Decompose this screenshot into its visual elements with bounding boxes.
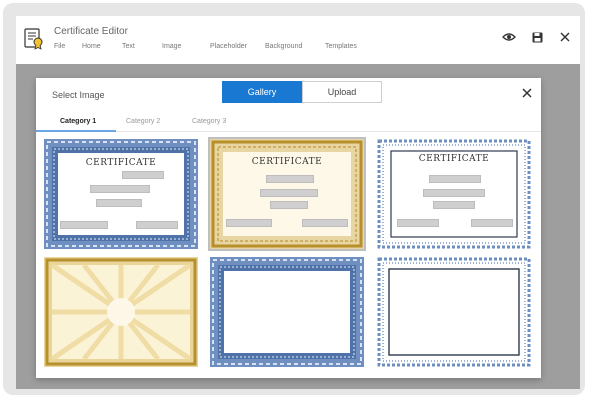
menu-bar: File Home Text Image Placeholder Backgro… — [54, 43, 365, 50]
title-bar: Certificate Editor File Home Text Image … — [16, 16, 580, 65]
screenshot-frame: Certificate Editor File Home Text Image … — [3, 3, 585, 395]
placeholder-field — [60, 221, 108, 229]
upload-tab-button[interactable]: Upload — [302, 81, 382, 103]
placeholder-field — [423, 189, 485, 197]
placeholder-field — [433, 201, 475, 209]
tab-category-3[interactable]: Category 3 — [192, 118, 226, 125]
certificate-heading: CERTIFICATE — [251, 157, 323, 167]
placeholder-field — [136, 221, 178, 229]
placeholder-field — [226, 219, 272, 227]
menu-image[interactable]: Image — [162, 43, 210, 50]
tab-category-2[interactable]: Category 2 — [126, 118, 160, 125]
close-icon[interactable] — [558, 30, 572, 44]
eye-icon[interactable] — [502, 30, 516, 44]
app-title: Certificate Editor — [54, 26, 128, 37]
placeholder-field — [260, 189, 318, 197]
certificate-app-icon — [24, 28, 44, 50]
certificate-thumbnail[interactable] — [377, 257, 531, 367]
active-tab-indicator — [36, 130, 116, 132]
certificate-thumbnail[interactable]: CERTIFICATE — [208, 137, 366, 251]
certificate-heading: CERTIFICATE — [85, 158, 157, 168]
gallery-tab-button[interactable]: Gallery — [222, 81, 302, 103]
blue-scallop-border — [44, 139, 198, 249]
category-tabs: Category 1 Category 2 Category 3 — [36, 115, 541, 132]
dialog-title: Select Image — [52, 90, 105, 100]
tab-category-1[interactable]: Category 1 — [60, 118, 96, 125]
certificate-thumbnail[interactable] — [210, 257, 364, 367]
placeholder-field — [471, 219, 513, 227]
menu-placeholder[interactable]: Placeholder — [210, 43, 265, 50]
certificate-thumbnail[interactable] — [44, 257, 198, 367]
blue-scallop-border — [210, 257, 364, 367]
blue-floral-border — [377, 257, 531, 367]
save-icon[interactable] — [530, 30, 544, 44]
gallery-grid: CERTIFICATE CERTIFICATE CERTIFICATE — [44, 137, 534, 373]
dialog-close-icon[interactable] — [522, 86, 532, 101]
menu-text[interactable]: Text — [122, 43, 162, 50]
placeholder-field — [90, 185, 150, 193]
window-actions — [502, 30, 572, 44]
placeholder-field — [266, 175, 314, 183]
menu-background[interactable]: Background — [265, 43, 325, 50]
menu-file[interactable]: File — [54, 43, 82, 50]
certificate-heading: CERTIFICATE — [418, 154, 490, 164]
placeholder-field — [270, 201, 308, 209]
placeholder-field — [397, 219, 439, 227]
menu-templates[interactable]: Templates — [325, 43, 365, 50]
gold-sunburst-border — [44, 257, 198, 367]
select-image-dialog: Select Image Gallery Upload Category 1 C… — [36, 78, 541, 378]
placeholder-field — [96, 199, 142, 207]
certificate-thumbnail[interactable]: CERTIFICATE — [44, 139, 198, 249]
menu-home[interactable]: Home — [82, 43, 122, 50]
placeholder-field — [429, 175, 481, 183]
source-toggle: Gallery Upload — [222, 81, 382, 103]
certificate-thumbnail[interactable]: CERTIFICATE — [377, 139, 531, 249]
placeholder-field — [122, 171, 164, 179]
placeholder-field — [302, 219, 348, 227]
